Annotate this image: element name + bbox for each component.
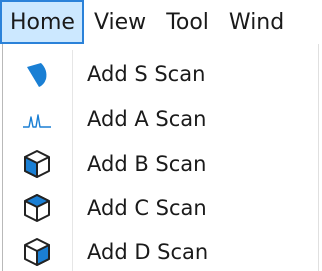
menu-tool[interactable]: Tool: [156, 0, 219, 44]
add-b-scan-label: Add B Scan: [87, 151, 207, 176]
menu-window-label: Wind: [228, 9, 285, 35]
menu-item-add-s-scan[interactable]: Add S Scan: [4, 51, 322, 96]
menu-view[interactable]: View: [84, 0, 156, 44]
menu-item-add-b-scan[interactable]: Add B Scan: [4, 141, 322, 186]
add-a-scan-label: Add A Scan: [87, 106, 207, 131]
add-c-scan-label: Add C Scan: [87, 195, 207, 220]
menu-home-label: Home: [10, 9, 75, 35]
d-scan-icon: [21, 236, 53, 268]
add-s-scan-label: Add S Scan: [87, 61, 206, 86]
b-scan-icon: [21, 148, 53, 180]
s-scan-icon: [21, 58, 53, 90]
menu-view-label: View: [93, 9, 147, 35]
menu-tool-label: Tool: [166, 9, 209, 35]
menu-item-add-a-scan[interactable]: Add A Scan: [4, 96, 322, 141]
application-window: Home View Tool Wind Add S Scan Add A Sca…: [0, 0, 322, 271]
add-d-scan-label: Add D Scan: [87, 239, 209, 264]
home-dropdown-menu: Add S Scan Add A Scan Add B Scan Add C S…: [0, 44, 322, 271]
dropdown-border: [2, 44, 3, 271]
c-scan-icon: [21, 192, 53, 224]
a-scan-icon: [21, 103, 53, 135]
menu-bar: Home View Tool Wind: [0, 0, 322, 44]
menu-home[interactable]: Home: [0, 0, 84, 44]
menu-item-add-c-scan[interactable]: Add C Scan: [4, 185, 322, 230]
menu-item-add-d-scan[interactable]: Add D Scan: [4, 229, 322, 271]
background-window-edge: [318, 44, 319, 271]
menu-window[interactable]: Wind: [219, 0, 294, 44]
